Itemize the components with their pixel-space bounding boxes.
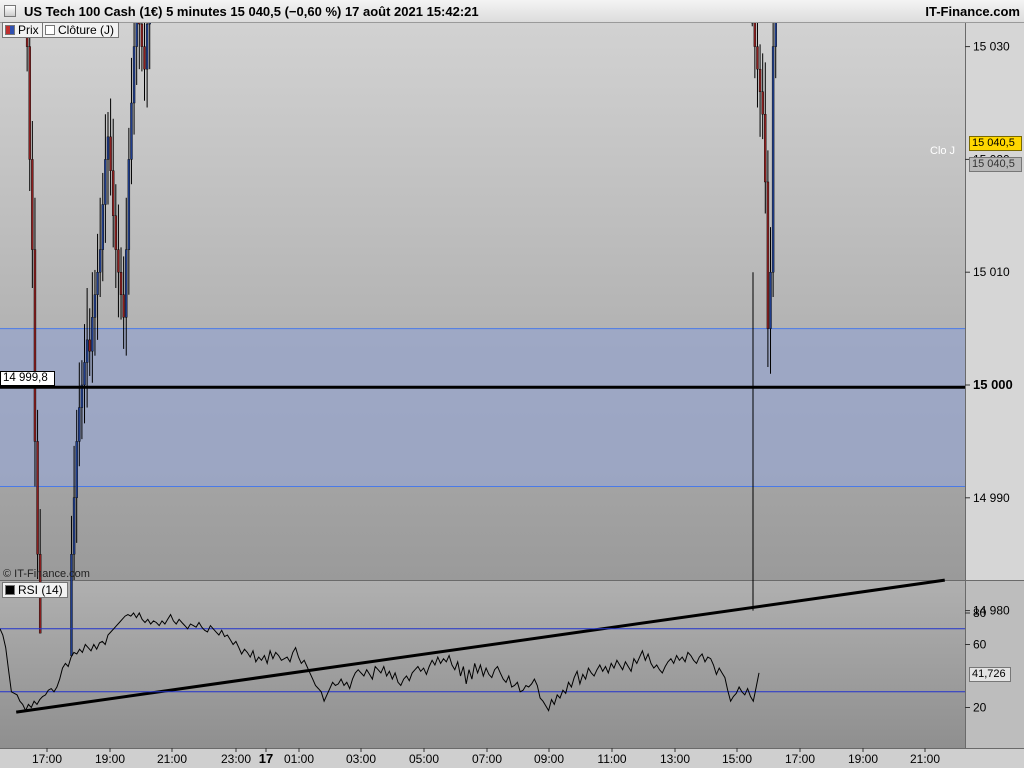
rsi-legend-label: RSI (14) (18, 583, 63, 597)
previous-close-price-tag: 15 040,5 (969, 157, 1022, 172)
session1-candle-body (98, 249, 102, 273)
rsi-tick-label: 60 (973, 638, 987, 652)
time-tick-label: 01:00 (284, 752, 314, 766)
copyright-label: © IT-Finance.com (3, 568, 90, 580)
time-tick-label: 07:00 (472, 752, 502, 766)
close-swatch-icon (45, 25, 55, 35)
session2-candle-body (761, 91, 764, 115)
time-tick-label: 19:00 (95, 752, 125, 766)
session1-candle-body (96, 272, 99, 295)
session2-candle-body (766, 181, 770, 329)
rsi-panel-background (0, 580, 966, 748)
session1-candle-body (109, 136, 112, 171)
session2-candle-body (756, 46, 759, 70)
session1-candle-body (135, 21, 138, 47)
time-tick-label: 21:00 (157, 752, 187, 766)
time-tick-label: 17 (259, 751, 273, 766)
time-tick-label: 05:00 (409, 752, 439, 766)
price-tick-label: 14 990 (973, 491, 1010, 505)
time-tick-label: 17:00 (32, 752, 62, 766)
price-panel-background (0, 22, 966, 580)
session1-candle-body (132, 46, 136, 104)
session1-candle-body (72, 497, 76, 555)
rsi-tick-label: 20 (973, 701, 987, 715)
rsi-legend-toggle[interactable]: RSI (14) (2, 582, 68, 598)
rsi-tick-label: 80 (973, 606, 987, 620)
session1-candle-body (106, 136, 110, 160)
current-price-tag: 15 040,5 (969, 136, 1022, 151)
title-bar: US Tech 100 Cash (1€) 5 minutes 15 040,5… (0, 0, 1024, 23)
horizontal-line-value-tag[interactable]: 14 999,8 (0, 371, 55, 386)
session1-candle-body (101, 204, 104, 250)
session1-candle-body (119, 272, 123, 295)
session2-candle-body (753, 21, 757, 47)
price-swatch-icon (5, 25, 15, 35)
time-tick-label: 03:00 (346, 752, 376, 766)
session1-candle-body (83, 362, 86, 386)
time-tick-label: 15:00 (722, 752, 752, 766)
session1-candle-body (112, 170, 115, 216)
session1-candle-body (33, 249, 37, 442)
time-tick-label: 13:00 (660, 752, 690, 766)
session2-candle-body (764, 114, 767, 183)
window-close-button[interactable] (4, 5, 16, 17)
session2-candle-body (774, 21, 777, 47)
session1-candle-body (122, 294, 125, 318)
chart-title: US Tech 100 Cash (1€) 5 minutes 15 040,5… (24, 4, 479, 19)
chart-canvas: 15 06015 05015 03015 02015 01015 00014 9… (0, 21, 1024, 768)
time-tick-label: 09:00 (534, 752, 564, 766)
session1-candle-body (31, 159, 34, 250)
session2-candle-body (758, 68, 762, 92)
session1-candle-body (145, 23, 149, 70)
session1-candle-body (36, 441, 39, 555)
session1-candle-body (117, 249, 120, 273)
brand-label: IT-Finance.com (925, 4, 1020, 19)
session1-candle-body (114, 215, 118, 250)
legend-close-toggle[interactable]: Clôture (J) (42, 22, 120, 38)
session1-candle-body (93, 294, 97, 318)
time-tick-label: 23:00 (221, 752, 251, 766)
support-zone (0, 328, 965, 488)
legend-price-toggle[interactable]: Prix (2, 22, 44, 38)
support-zone-fill (0, 328, 965, 487)
price-tick-label: 15 030 (973, 40, 1010, 54)
chart-window: { "window": { "title": "US Tech 100 Cash… (0, 0, 1024, 768)
legend-price-label: Prix (18, 23, 39, 37)
price-tick-label: 15 000 (973, 377, 1013, 392)
legend-close-label: Clôture (J) (58, 23, 115, 37)
time-tick-label: 19:00 (848, 752, 878, 766)
session2-candle-body (771, 46, 775, 273)
rsi-current-value-tag: 41,726 (969, 667, 1011, 682)
session1-candle-body (104, 159, 107, 205)
session1-candle-body (28, 46, 31, 160)
previous-close-line-label: Clo J (930, 145, 956, 157)
session1-candle-body (78, 407, 81, 442)
price-tick-label: 15 010 (973, 265, 1010, 279)
session1-candle-body (130, 102, 133, 160)
session1-candle-body (127, 159, 131, 250)
session1-candle-body (140, 23, 144, 47)
time-tick-label: 21:00 (910, 752, 940, 766)
time-tick-label: 17:00 (785, 752, 815, 766)
session1-candle-body (88, 339, 91, 352)
session1-candle-body (143, 46, 146, 70)
session1-candle-body (91, 317, 94, 352)
session2-candle-body (769, 272, 772, 329)
time-tick-label: 11:00 (597, 752, 626, 766)
session1-candle-body (125, 249, 128, 318)
rsi-swatch-icon (5, 585, 15, 595)
session1-candle-body (85, 339, 89, 363)
session1-candle-body (75, 441, 78, 498)
